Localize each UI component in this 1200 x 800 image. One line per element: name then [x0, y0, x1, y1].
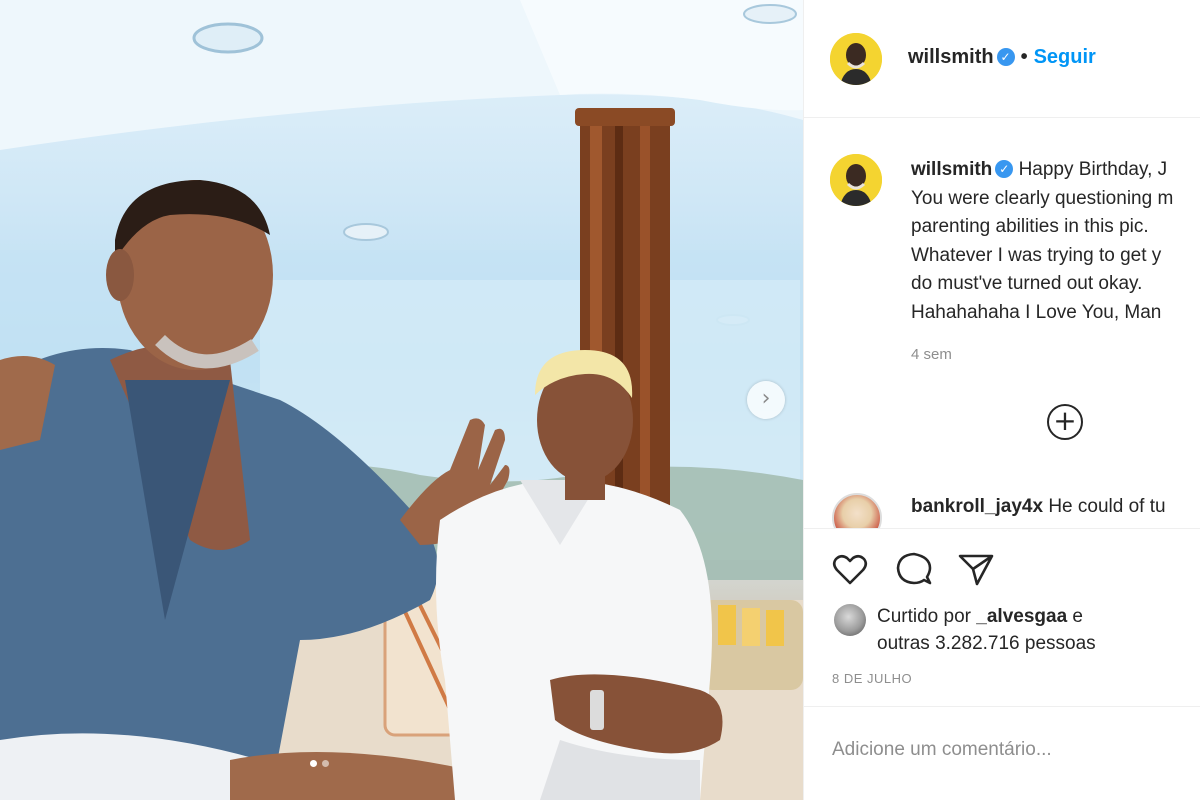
- carousel-dot: [310, 760, 317, 767]
- caption-avatar-image: [830, 154, 882, 206]
- load-more-comments-button[interactable]: +: [1047, 404, 1083, 440]
- post-caption: willsmith ✓ Happy Birthday, J You were cl…: [911, 156, 1200, 327]
- caption-text-line: Hahahahaha I Love You, Man: [911, 301, 1162, 323]
- author-username[interactable]: willsmith: [908, 46, 994, 68]
- liked-by-others[interactable]: outras 3.282.716 pessoas: [877, 633, 1096, 654]
- comment-username[interactable]: bankroll_jay4x: [911, 496, 1043, 517]
- liked-by-user[interactable]: _alvesgaa: [976, 606, 1067, 627]
- comments-scroll-area[interactable]: willsmith ✓ Happy Birthday, J You were cl…: [804, 118, 1200, 528]
- comment-text: He could of tu: [1048, 496, 1166, 517]
- caption-text-line: You were clearly questioning m: [911, 187, 1174, 209]
- comment-bubble-icon[interactable]: [894, 549, 934, 589]
- caption-first-line: willsmith ✓ Happy Birthday, J: [911, 156, 1200, 185]
- post-photo[interactable]: ›: [0, 0, 803, 800]
- post-side-panel: willsmith ✓ • Seguir willsmith ✓ Happy Birth…: [803, 0, 1200, 800]
- verified-badge-icon: ✓: [996, 48, 1015, 66]
- caption-timestamp[interactable]: 4 sem: [911, 346, 952, 363]
- header-username-row: willsmith ✓ • Seguir: [908, 46, 1096, 69]
- author-avatar[interactable]: [830, 33, 882, 85]
- carousel-dots: [310, 760, 329, 767]
- carousel-dot: [322, 760, 329, 767]
- caption-author-avatar[interactable]: [830, 154, 882, 206]
- post-header: willsmith ✓ • Seguir: [804, 0, 1200, 118]
- verified-badge-icon: ✓: [995, 160, 1014, 178]
- add-comment-bar: [804, 706, 1200, 800]
- caption-text-line: parenting abilities in this pic.: [911, 216, 1149, 237]
- header-separator: •: [1020, 46, 1028, 68]
- comment-item: bankroll_jay4x He could of tu: [911, 496, 1166, 518]
- liked-by-avatar[interactable]: [834, 604, 866, 636]
- caption-text-line: do must've turned out okay.: [911, 273, 1143, 294]
- author-avatar-image: [830, 33, 882, 85]
- photo-illustration: [0, 0, 803, 800]
- liked-by-suffix: e: [1072, 606, 1083, 627]
- caption-username[interactable]: willsmith: [911, 159, 992, 180]
- paper-plane-icon[interactable]: [956, 549, 996, 589]
- likes-summary: Curtido por _alvesgaa e outras 3.282.716…: [877, 603, 1096, 657]
- liked-by-prefix: Curtido por: [877, 606, 971, 627]
- heart-icon[interactable]: [830, 549, 870, 589]
- comment-input[interactable]: [832, 735, 1172, 765]
- carousel-next-button[interactable]: ›: [747, 381, 785, 419]
- post-actions: Curtido por _alvesgaa e outras 3.282.716…: [804, 528, 1200, 706]
- caption-text-line: Happy Birthday, J: [1018, 159, 1168, 180]
- commenter-avatar[interactable]: [832, 493, 882, 528]
- post-date[interactable]: 8 DE JULHO: [832, 671, 912, 686]
- follow-button[interactable]: Seguir: [1034, 46, 1096, 68]
- caption-text-line: Whatever I was trying to get y: [911, 244, 1162, 266]
